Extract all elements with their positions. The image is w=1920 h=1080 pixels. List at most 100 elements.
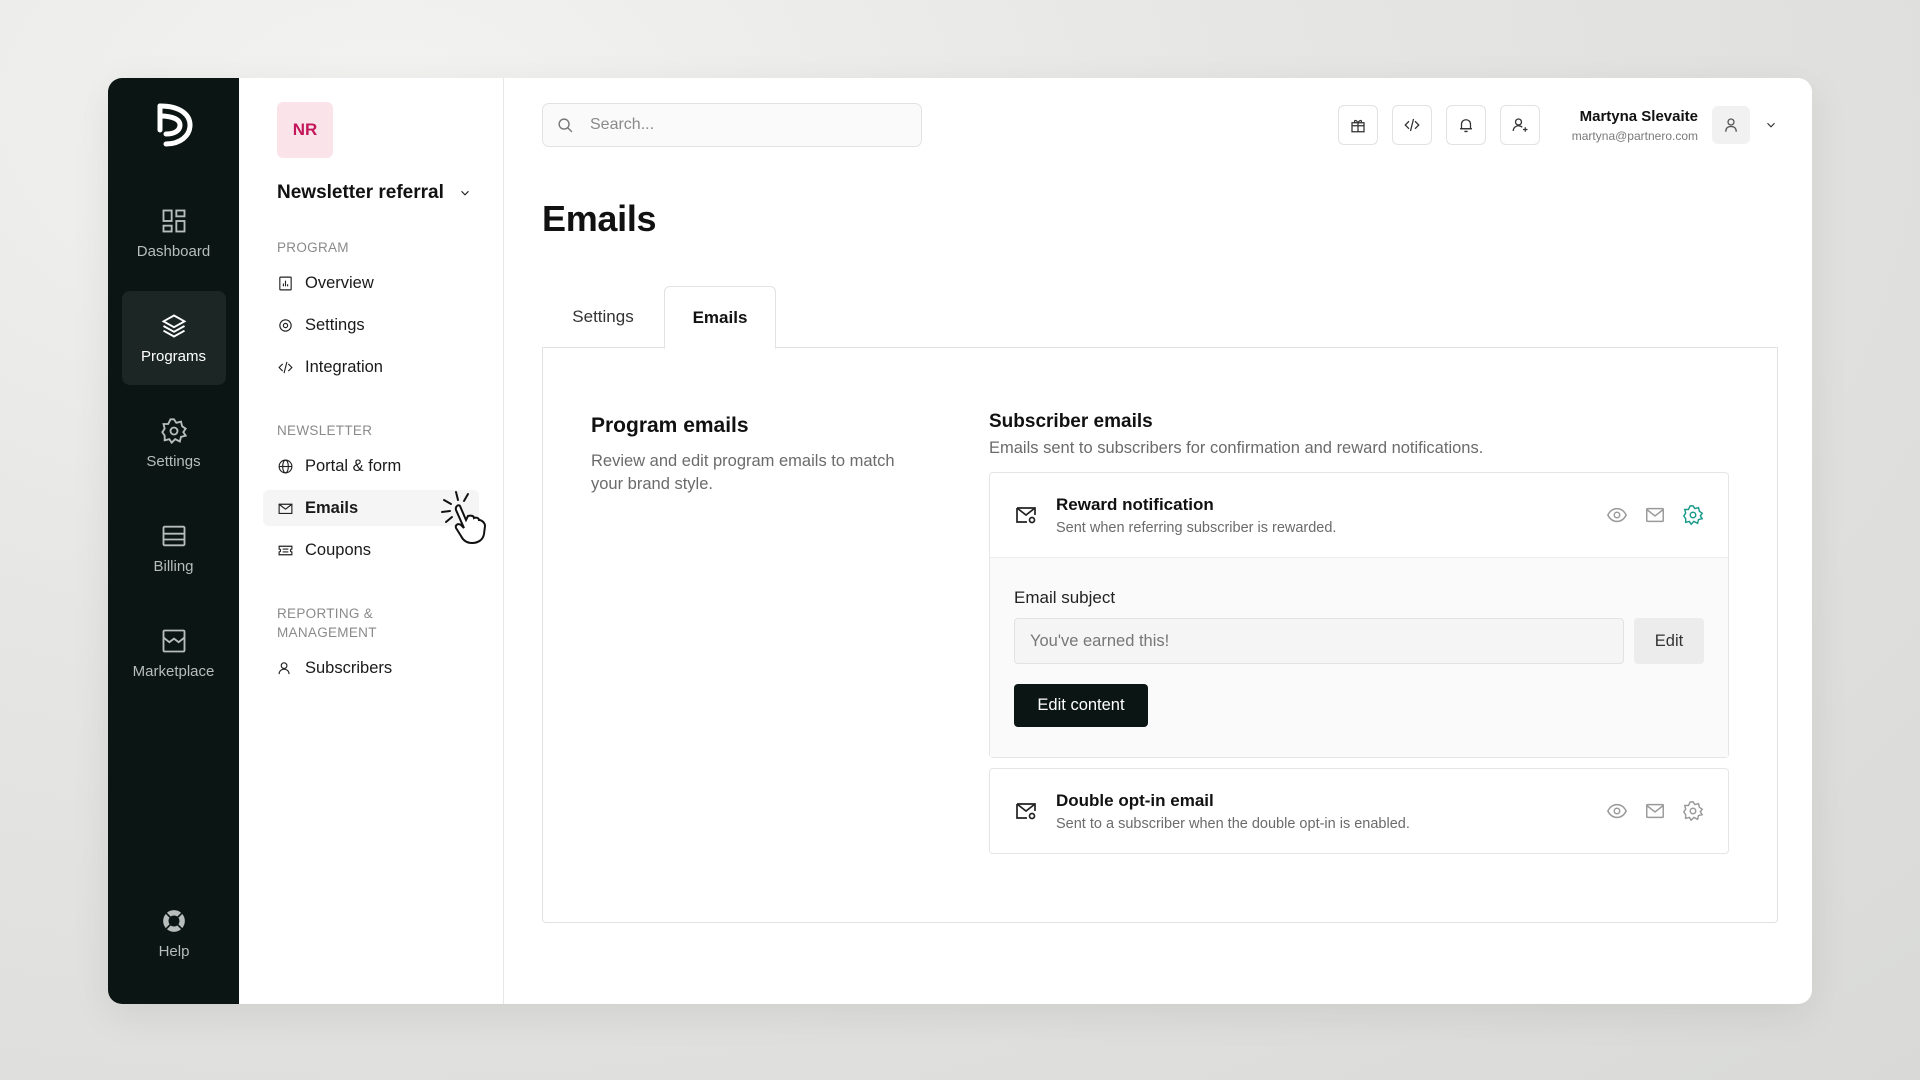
email-actions	[1590, 504, 1704, 526]
email-card-reward: Reward notification Sent when referring …	[989, 472, 1729, 758]
rail-item-dashboard[interactable]: Dashboard	[122, 186, 226, 280]
rail-item-label: Billing	[153, 557, 194, 575]
grid-icon	[162, 209, 185, 232]
topbar: Martyna Slevaite martyna@partnero.com	[542, 78, 1778, 172]
mail-settings-icon	[1014, 503, 1038, 527]
store-icon	[162, 629, 185, 652]
user-icon	[278, 661, 290, 674]
lifebuoy-icon	[161, 908, 187, 933]
rail-item-programs[interactable]: Programs	[121, 291, 226, 385]
sidebar-item-overview[interactable]: Overview	[263, 265, 479, 301]
notifications-button[interactable]	[1445, 105, 1486, 145]
gear-icon[interactable]	[1682, 504, 1704, 526]
subscriber-emails-description: Emails sent to subscribers for confirmat…	[989, 439, 1484, 457]
emails-panel: Program emails Review and edit program e…	[542, 347, 1778, 923]
program-selector[interactable]: Newsletter referral	[277, 182, 479, 204]
page-title: Emails	[542, 198, 657, 239]
coupon-icon	[278, 545, 293, 555]
user-info: Martyna Slevaite martyna@partnero.com	[1572, 108, 1698, 143]
gear-icon[interactable]	[1682, 800, 1704, 822]
topbar-actions	[1324, 105, 1540, 145]
user-name: Martyna Slevaite	[1579, 107, 1698, 125]
program-name: Newsletter referral	[277, 182, 444, 203]
click-cursor-icon	[441, 491, 487, 545]
email-subject-field[interactable]	[1014, 618, 1624, 664]
user-icon	[1725, 118, 1737, 132]
sidebar-item-settings[interactable]: Settings	[263, 307, 479, 343]
user-plus-icon	[1512, 118, 1528, 132]
mail-icon[interactable]	[1644, 800, 1666, 822]
gift-icon	[1351, 119, 1365, 133]
embed-code-button[interactable]	[1391, 105, 1432, 145]
tab-settings[interactable]: Settings	[542, 286, 664, 348]
edit-subject-button[interactable]: Edit	[1634, 618, 1704, 664]
subscriber-emails-title: Subscriber emails	[989, 411, 1153, 432]
rail-item-marketplace[interactable]: Marketplace	[122, 606, 226, 700]
avatar[interactable]	[1712, 106, 1750, 144]
subject-row: Edit	[1014, 618, 1704, 664]
email-description: Sent to a subscriber when the double opt…	[1056, 815, 1410, 832]
section-label-newsletter: NEWSLETTER	[277, 423, 373, 438]
section-label-reporting: REPORTING & MANAGEMENT	[277, 606, 377, 640]
email-text: Double opt-in email Sent to a subscriber…	[1056, 791, 1410, 832]
email-row-header[interactable]: Reward notification Sent when referring …	[990, 473, 1728, 557]
code-icon	[1404, 118, 1420, 132]
sidebar-item-portal[interactable]: Portal & form	[263, 448, 479, 484]
program-avatar: NR	[277, 102, 333, 158]
email-text: Reward notification Sent when referring …	[1056, 495, 1336, 536]
code-icon	[278, 361, 293, 373]
rail-item-label: Programs	[140, 347, 207, 365]
app-window: Dashboard Programs Settings Billing Mark…	[108, 78, 1812, 1004]
email-title: Double opt-in email	[1056, 790, 1214, 810]
search-box[interactable]	[542, 103, 922, 147]
sidebar-item-label: Subscribers	[305, 658, 393, 677]
sidebar-item-label: Settings	[305, 315, 365, 334]
email-title: Reward notification	[1056, 494, 1214, 514]
email-row-header[interactable]: Double opt-in email Sent to a subscriber…	[990, 769, 1728, 853]
gear-icon	[279, 318, 292, 332]
layers-icon	[161, 313, 186, 338]
gear-icon	[160, 417, 187, 444]
rail-item-label: Help	[158, 942, 190, 960]
rail-item-help[interactable]: Help	[122, 886, 226, 980]
user-email: martyna@partnero.com	[1571, 128, 1698, 143]
sidebar-item-label: Emails	[305, 498, 359, 517]
section-title: Program emails	[591, 414, 749, 437]
rail-item-settings[interactable]: Settings	[122, 396, 226, 490]
email-card-double-opt-in: Double opt-in email Sent to a subscriber…	[989, 768, 1729, 854]
email-settings-expanded: Email subject Edit Edit content	[990, 557, 1728, 757]
email-subject-label: Email subject	[1014, 588, 1116, 607]
section-description: Review and edit program emails to match …	[591, 452, 895, 493]
rail-item-label: Marketplace	[132, 662, 215, 680]
chevron-down-icon	[460, 190, 469, 196]
section-label-program: PROGRAM	[277, 240, 349, 255]
rail-item-label: Settings	[146, 452, 201, 470]
globe-icon	[278, 459, 293, 473]
bell-icon	[1459, 119, 1472, 133]
search-icon	[558, 117, 573, 132]
user-menu[interactable]: Martyna Slevaite martyna@partnero.com	[1572, 106, 1778, 144]
invite-user-button[interactable]	[1499, 105, 1540, 145]
edit-content-button[interactable]: Edit content	[1014, 684, 1148, 727]
sidebar-item-integration[interactable]: Integration	[263, 349, 479, 385]
partnero-logo-icon[interactable]	[152, 100, 196, 150]
billing-icon	[162, 525, 185, 546]
search-input[interactable]	[590, 116, 890, 134]
main-content: Martyna Slevaite martyna@partnero.com Em…	[504, 78, 1812, 1004]
email-actions	[1590, 800, 1704, 822]
eye-icon[interactable]	[1606, 504, 1628, 526]
eye-icon[interactable]	[1606, 800, 1628, 822]
sidebar-item-label: Portal & form	[305, 456, 402, 475]
mail-icon[interactable]	[1644, 504, 1666, 526]
chevron-down-icon[interactable]	[1764, 118, 1778, 132]
rail-item-billing[interactable]: Billing	[122, 501, 226, 595]
subscriber-emails: Subscriber emails Emails sent to subscri…	[989, 411, 1729, 922]
sidebar-item-subscribers[interactable]: Subscribers	[263, 650, 479, 686]
sidebar-item-label: Overview	[305, 273, 374, 292]
gift-button[interactable]	[1337, 105, 1378, 145]
tab-emails[interactable]: Emails	[664, 286, 776, 349]
tab-bar: Settings Emails	[542, 286, 1778, 349]
sidebar-item-label: Integration	[305, 357, 383, 376]
rail-item-label: Dashboard	[136, 242, 211, 260]
mail-settings-icon	[1014, 799, 1038, 823]
